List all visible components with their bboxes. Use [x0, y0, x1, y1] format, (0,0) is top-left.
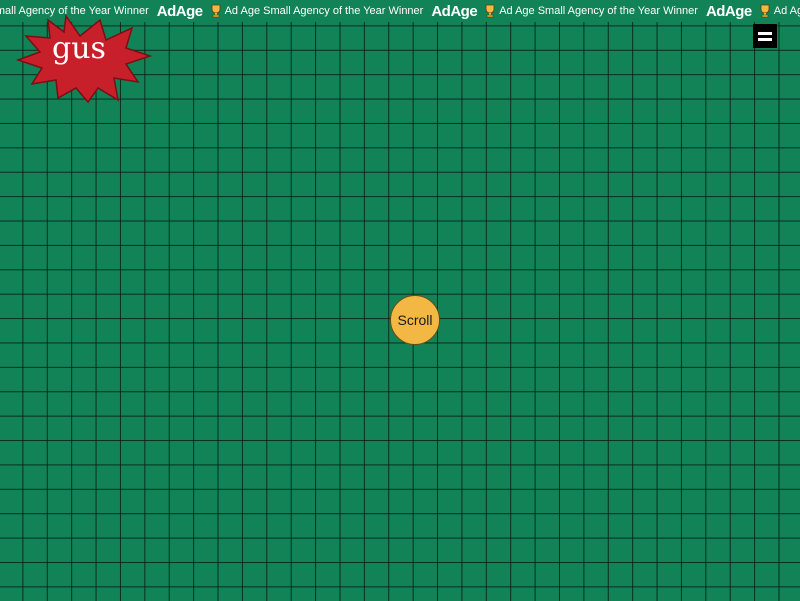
scroll-label: Scroll — [397, 312, 433, 328]
adage-logo: AdAge — [431, 2, 478, 20]
trophy-icon — [760, 4, 770, 18]
ticker-segment: AdAge Ad Age Small Agency of the Year Wi… — [698, 0, 800, 22]
scroll-button[interactable]: Scroll — [390, 295, 440, 345]
trophy-icon — [211, 4, 220, 18]
ticker-segment: AdAge Ad Age Small Agency of the Year Wi… — [423, 0, 698, 22]
trophy-icon — [485, 4, 495, 18]
adage-logo: AdAge — [156, 2, 203, 20]
ticker-segment: AdAge Ad Age Small Agency of the Year Wi… — [149, 0, 424, 22]
hamburger-icon — [758, 31, 772, 35]
ticker-award-text: Ad Age Small Agency of the Year Winner — [224, 5, 424, 17]
menu-button[interactable] — [753, 24, 777, 48]
ticker-award-text: Ad Age Small Agency of the Year Winner — [773, 5, 800, 17]
hamburger-icon-bar — [758, 37, 772, 41]
adage-logo: AdAge — [705, 2, 752, 20]
ticker-award-text: Ad Age Small Agency of the Year Winner — [499, 5, 698, 17]
gus-logo-text: gus — [52, 31, 106, 66]
